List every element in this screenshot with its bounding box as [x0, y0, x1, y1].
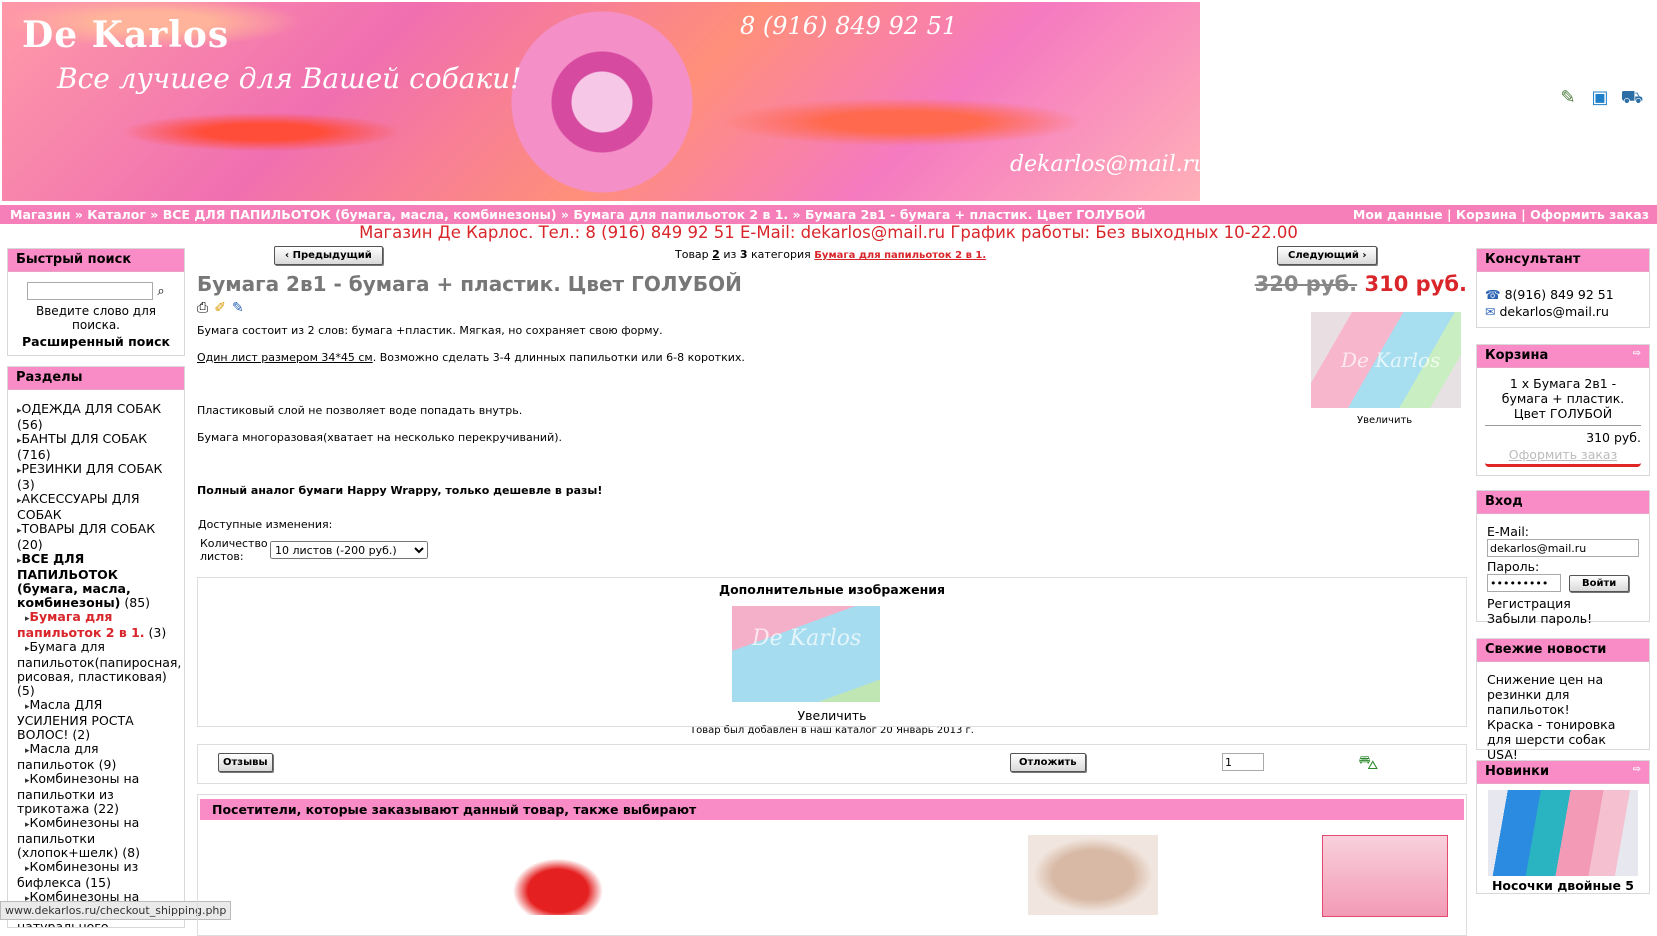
product-title: Бумага 2в1 - бумага + пластик. Цвет ГОЛУ… — [197, 272, 742, 296]
site-logo[interactable]: De Karlos — [22, 14, 229, 56]
search-icon[interactable]: ⌕ — [157, 284, 164, 299]
breadcrumb-bar: Магазин » Каталог » ВСЕ ДЛЯ ПАПИЛЬОТОК (… — [0, 205, 1657, 224]
related-product-image[interactable] — [1322, 835, 1448, 917]
cart-item[interactable]: 1 x Бумага 2в1 - бумага + пластик. Цвет … — [1485, 376, 1641, 421]
sections-box: Разделы ▸ОДЕЖДА ДЛЯ СОБАК (56) ▸БАНТЫ ДЛ… — [7, 366, 185, 928]
quick-search-input[interactable] — [27, 282, 154, 300]
news-item[interactable]: Краска - тонировка для шерсти собак USA! — [1487, 717, 1639, 762]
phone-icon: ☎ — [1485, 287, 1501, 302]
cart-total: 310 руб. — [1586, 430, 1641, 445]
advanced-search-link[interactable]: Расширенный поиск — [14, 334, 178, 349]
edit-icon[interactable]: ✐ — [214, 300, 226, 316]
checkout-link[interactable]: Оформить заказ — [1530, 207, 1649, 222]
new-item-label[interactable]: Носочки двойные 5 — [1477, 878, 1649, 893]
breadcrumb: Магазин » Каталог » ВСЕ ДЛЯ ПАПИЛЬОТОК (… — [10, 207, 1146, 222]
next-button[interactable]: Следующий › — [1277, 246, 1378, 265]
product-options: Доступные изменения: Количество листов: … — [197, 518, 1467, 563]
product-price: 320 руб. 310 руб. — [1255, 272, 1467, 296]
right-column: Консультант ☎ 8(916) 849 92 51 ✉ dekarlo… — [1476, 248, 1650, 894]
site-slogan: Все лучшее для Вашей собаки! — [57, 62, 522, 95]
quick-search-hint: Введите слово для поиска. — [36, 304, 156, 332]
news-box: Свежие новости Снижение цен на резинки д… — [1476, 638, 1650, 762]
prev-button[interactable]: ‹ Предыдущий — [274, 246, 383, 265]
register-link[interactable]: Регистрация — [1487, 596, 1639, 611]
product-actions: Отзывы Отложить ⛍ — [197, 744, 1467, 784]
cart-box: Корзина ⇨ 1 x Бумага 2в1 - бумага + пласт… — [1476, 344, 1650, 476]
new-items-box: Новинки ⇨ Носочки двойные 5 — [1476, 760, 1650, 894]
also-bought-box: Посетители, которые заказывают данный то… — [197, 794, 1467, 936]
header-banner: De Karlos Все лучшее для Вашей собаки! 8… — [2, 2, 1200, 201]
sidebar-subitem[interactable]: ▸Бумага для папильоток(папиросная, рисов… — [17, 640, 181, 698]
my-data-link[interactable]: Мои данные — [1353, 207, 1443, 222]
tools-icon[interactable]: ✎ — [1556, 86, 1580, 110]
login-box: Вход E-Mail: Пароль: Войти Регистрация З… — [1476, 490, 1650, 626]
sidebar-subitem-active[interactable]: ▸Бумага для папильоток 2 в 1. (3) — [17, 610, 175, 640]
related-product-image[interactable] — [1028, 835, 1158, 915]
consultant-phone[interactable]: 8(916) 849 92 51 — [1505, 287, 1614, 302]
qty-select[interactable]: 10 листов (-200 руб.) — [270, 541, 428, 559]
left-column: Быстрый поиск ⌕ Введите слово для поиска… — [7, 248, 185, 928]
login-password-input[interactable] — [1487, 574, 1561, 592]
sidebar-item-bands[interactable]: ▸РЕЗИНКИ ДЛЯ СОБАК (3) — [17, 462, 175, 492]
product-position: Товар 2 из 3 категория Бумага для папиль… — [675, 248, 987, 261]
basket-icon[interactable]: ⛟ — [1620, 86, 1644, 110]
sidebar-subitem[interactable]: ▸Комбинезоны на папильотки из трикотажа … — [17, 772, 175, 816]
save-for-later-button[interactable]: Отложить — [1010, 753, 1086, 772]
news-item[interactable]: Снижение цен на резинки для папильоток! — [1487, 672, 1639, 717]
sidebar-item-clothes[interactable]: ▸ОДЕЖДА ДЛЯ СОБАК (56) — [17, 402, 175, 432]
login-email-input[interactable] — [1487, 539, 1639, 557]
sidebar-item-papillotes[interactable]: ▸ВСЕ ДЛЯ ПАПИЛЬОТОК (бумага, масла, комб… — [17, 552, 175, 610]
qty-input[interactable] — [1222, 753, 1264, 771]
quick-search-title: Быстрый поиск — [8, 249, 184, 272]
reviews-button[interactable]: Отзывы — [218, 753, 273, 772]
quick-search-box: Быстрый поиск ⌕ Введите слово для поиска… — [7, 248, 185, 356]
current-price: 310 руб. — [1364, 272, 1467, 296]
sidebar-subitem[interactable]: ▸Комбинезоны из бифлекса (15) — [17, 860, 175, 890]
forgot-password-link[interactable]: Забыли пароль! — [1487, 611, 1639, 626]
breadcrumb-subcategory[interactable]: Бумага для папильоток 2 в 1. — [573, 207, 788, 222]
sidebar-subitem[interactable]: ▸Масла для папильоток (9) — [17, 742, 175, 772]
cart-link[interactable]: Корзина — [1456, 207, 1517, 222]
store-info-line: Магазин Де Карлос. Тел.: 8 (916) 849 92 … — [359, 223, 1298, 242]
sidebar-subitem[interactable]: ▸Комбинезоны на папильотки (хлопок+шелк)… — [17, 816, 175, 860]
extra-zoom-link[interactable]: Увеличить — [198, 708, 1466, 723]
cart-checkout-link[interactable]: Оформить заказ — [1485, 447, 1641, 467]
breadcrumb-catalog[interactable]: Каталог — [87, 207, 146, 222]
arrow-icon[interactable]: ⇨ — [1633, 763, 1641, 777]
header-phone: 8 (916) 849 92 51 — [740, 12, 958, 40]
sidebar-item-accessories[interactable]: ▸АКСЕССУАРЫ ДЛЯ СОБАК — [17, 492, 175, 522]
printer-icon[interactable]: ⎙ — [197, 300, 208, 316]
consultant-box: Консультант ☎ 8(916) 849 92 51 ✉ dekarlo… — [1476, 248, 1650, 328]
header-email: dekarlos@mail.ru — [1010, 152, 1200, 177]
mail-icon: ✉ — [1485, 304, 1496, 319]
related-product-image[interactable] — [508, 855, 608, 915]
login-button[interactable]: Войти — [1569, 574, 1630, 592]
sections-title: Разделы — [8, 367, 184, 390]
header-icons: ✎ ▣ ⛟ — [1556, 86, 1644, 110]
breadcrumb-product[interactable]: Бумага 2в1 - бумага + пластик. Цвет ГОЛУ… — [805, 207, 1146, 222]
category-link[interactable]: Бумага для папильоток 2 в 1. — [814, 250, 986, 261]
sidebar-subitem[interactable]: ▸Масла ДЛЯ УСИЛЕНИЯ РОСТА ВОЛОС! (2) — [17, 698, 175, 742]
extra-image[interactable]: De Karlos — [732, 606, 880, 702]
zoom-link[interactable]: Увеличить — [1357, 415, 1412, 426]
gift-icon[interactable]: ▣ — [1588, 86, 1612, 110]
product-description: Бумага состоит из 2 слов: бумага +пласти… — [197, 312, 1467, 500]
sidebar-item-goods[interactable]: ▸ТОВАРЫ ДЛЯ СОБАК (20) — [17, 522, 175, 552]
consultant-email[interactable]: dekarlos@mail.ru — [1499, 304, 1608, 319]
sidebar-item-bows[interactable]: ▸БАНТЫ ДЛЯ СОБАК (716) — [17, 432, 175, 462]
old-price: 320 руб. — [1254, 272, 1358, 296]
cart-add-icon[interactable]: ⛍ — [1358, 750, 1379, 777]
account-links: Мои данные | Корзина | Оформить заказ — [1352, 207, 1649, 222]
pencil-icon[interactable]: ✎ — [232, 300, 244, 316]
breadcrumb-shop[interactable]: Магазин — [10, 207, 71, 222]
new-item-image[interactable] — [1488, 790, 1638, 876]
arrow-icon[interactable]: ⇨ — [1633, 347, 1641, 361]
product-image[interactable]: De Karlos — [1311, 312, 1461, 408]
product-content: ‹ Предыдущий Товар 2 из 3 категория Бума… — [197, 244, 1467, 936]
extra-images-box: Дополнительные изображения De Karlos Уве… — [197, 577, 1467, 727]
breadcrumb-category[interactable]: ВСЕ ДЛЯ ПАПИЛЬОТОК (бумага, масла, комби… — [163, 207, 557, 222]
